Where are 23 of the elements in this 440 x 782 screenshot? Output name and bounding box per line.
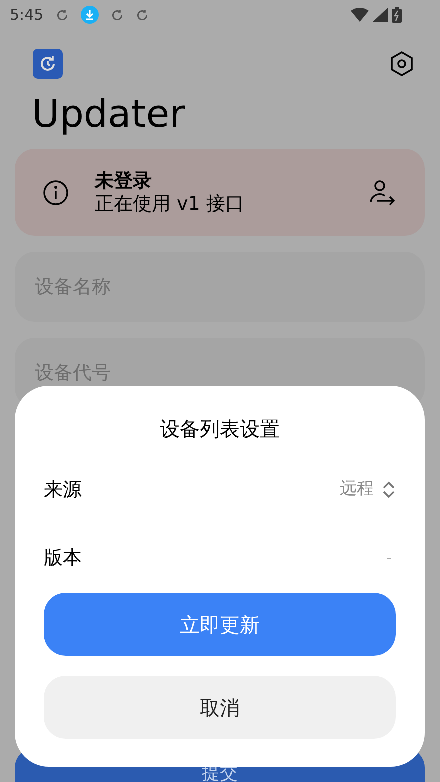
- update-now-button[interactable]: 立即更新: [44, 593, 396, 656]
- info-icon: [43, 180, 69, 206]
- app-title: Updater: [31, 91, 186, 137]
- up-down-chevron-icon: [382, 480, 396, 500]
- app-logo-icon: [33, 49, 63, 79]
- user-arrow-icon: [369, 180, 397, 206]
- cancel-button[interactable]: 取消: [44, 676, 396, 739]
- signal-icon: [373, 8, 388, 22]
- sync-icon: [110, 8, 124, 22]
- version-value: -: [386, 548, 393, 569]
- download-icon: [80, 6, 99, 24]
- battery-icon: [392, 7, 402, 23]
- login-title: 未登录: [95, 170, 153, 192]
- sync-icon: [136, 8, 149, 22]
- row-label: 版本: [44, 546, 82, 571]
- dialog-title: 设备列表设置: [159, 416, 281, 443]
- settings-button[interactable]: [389, 51, 415, 77]
- wifi-icon: [351, 8, 369, 22]
- row-label: 来源: [44, 478, 82, 503]
- sync-icon: [56, 8, 69, 22]
- status-time: 5:45: [10, 4, 44, 26]
- login-subtitle: 正在使用 v1 接口: [95, 192, 246, 216]
- login-status-card[interactable]: 未登录 正在使用 v1 接口: [15, 149, 425, 236]
